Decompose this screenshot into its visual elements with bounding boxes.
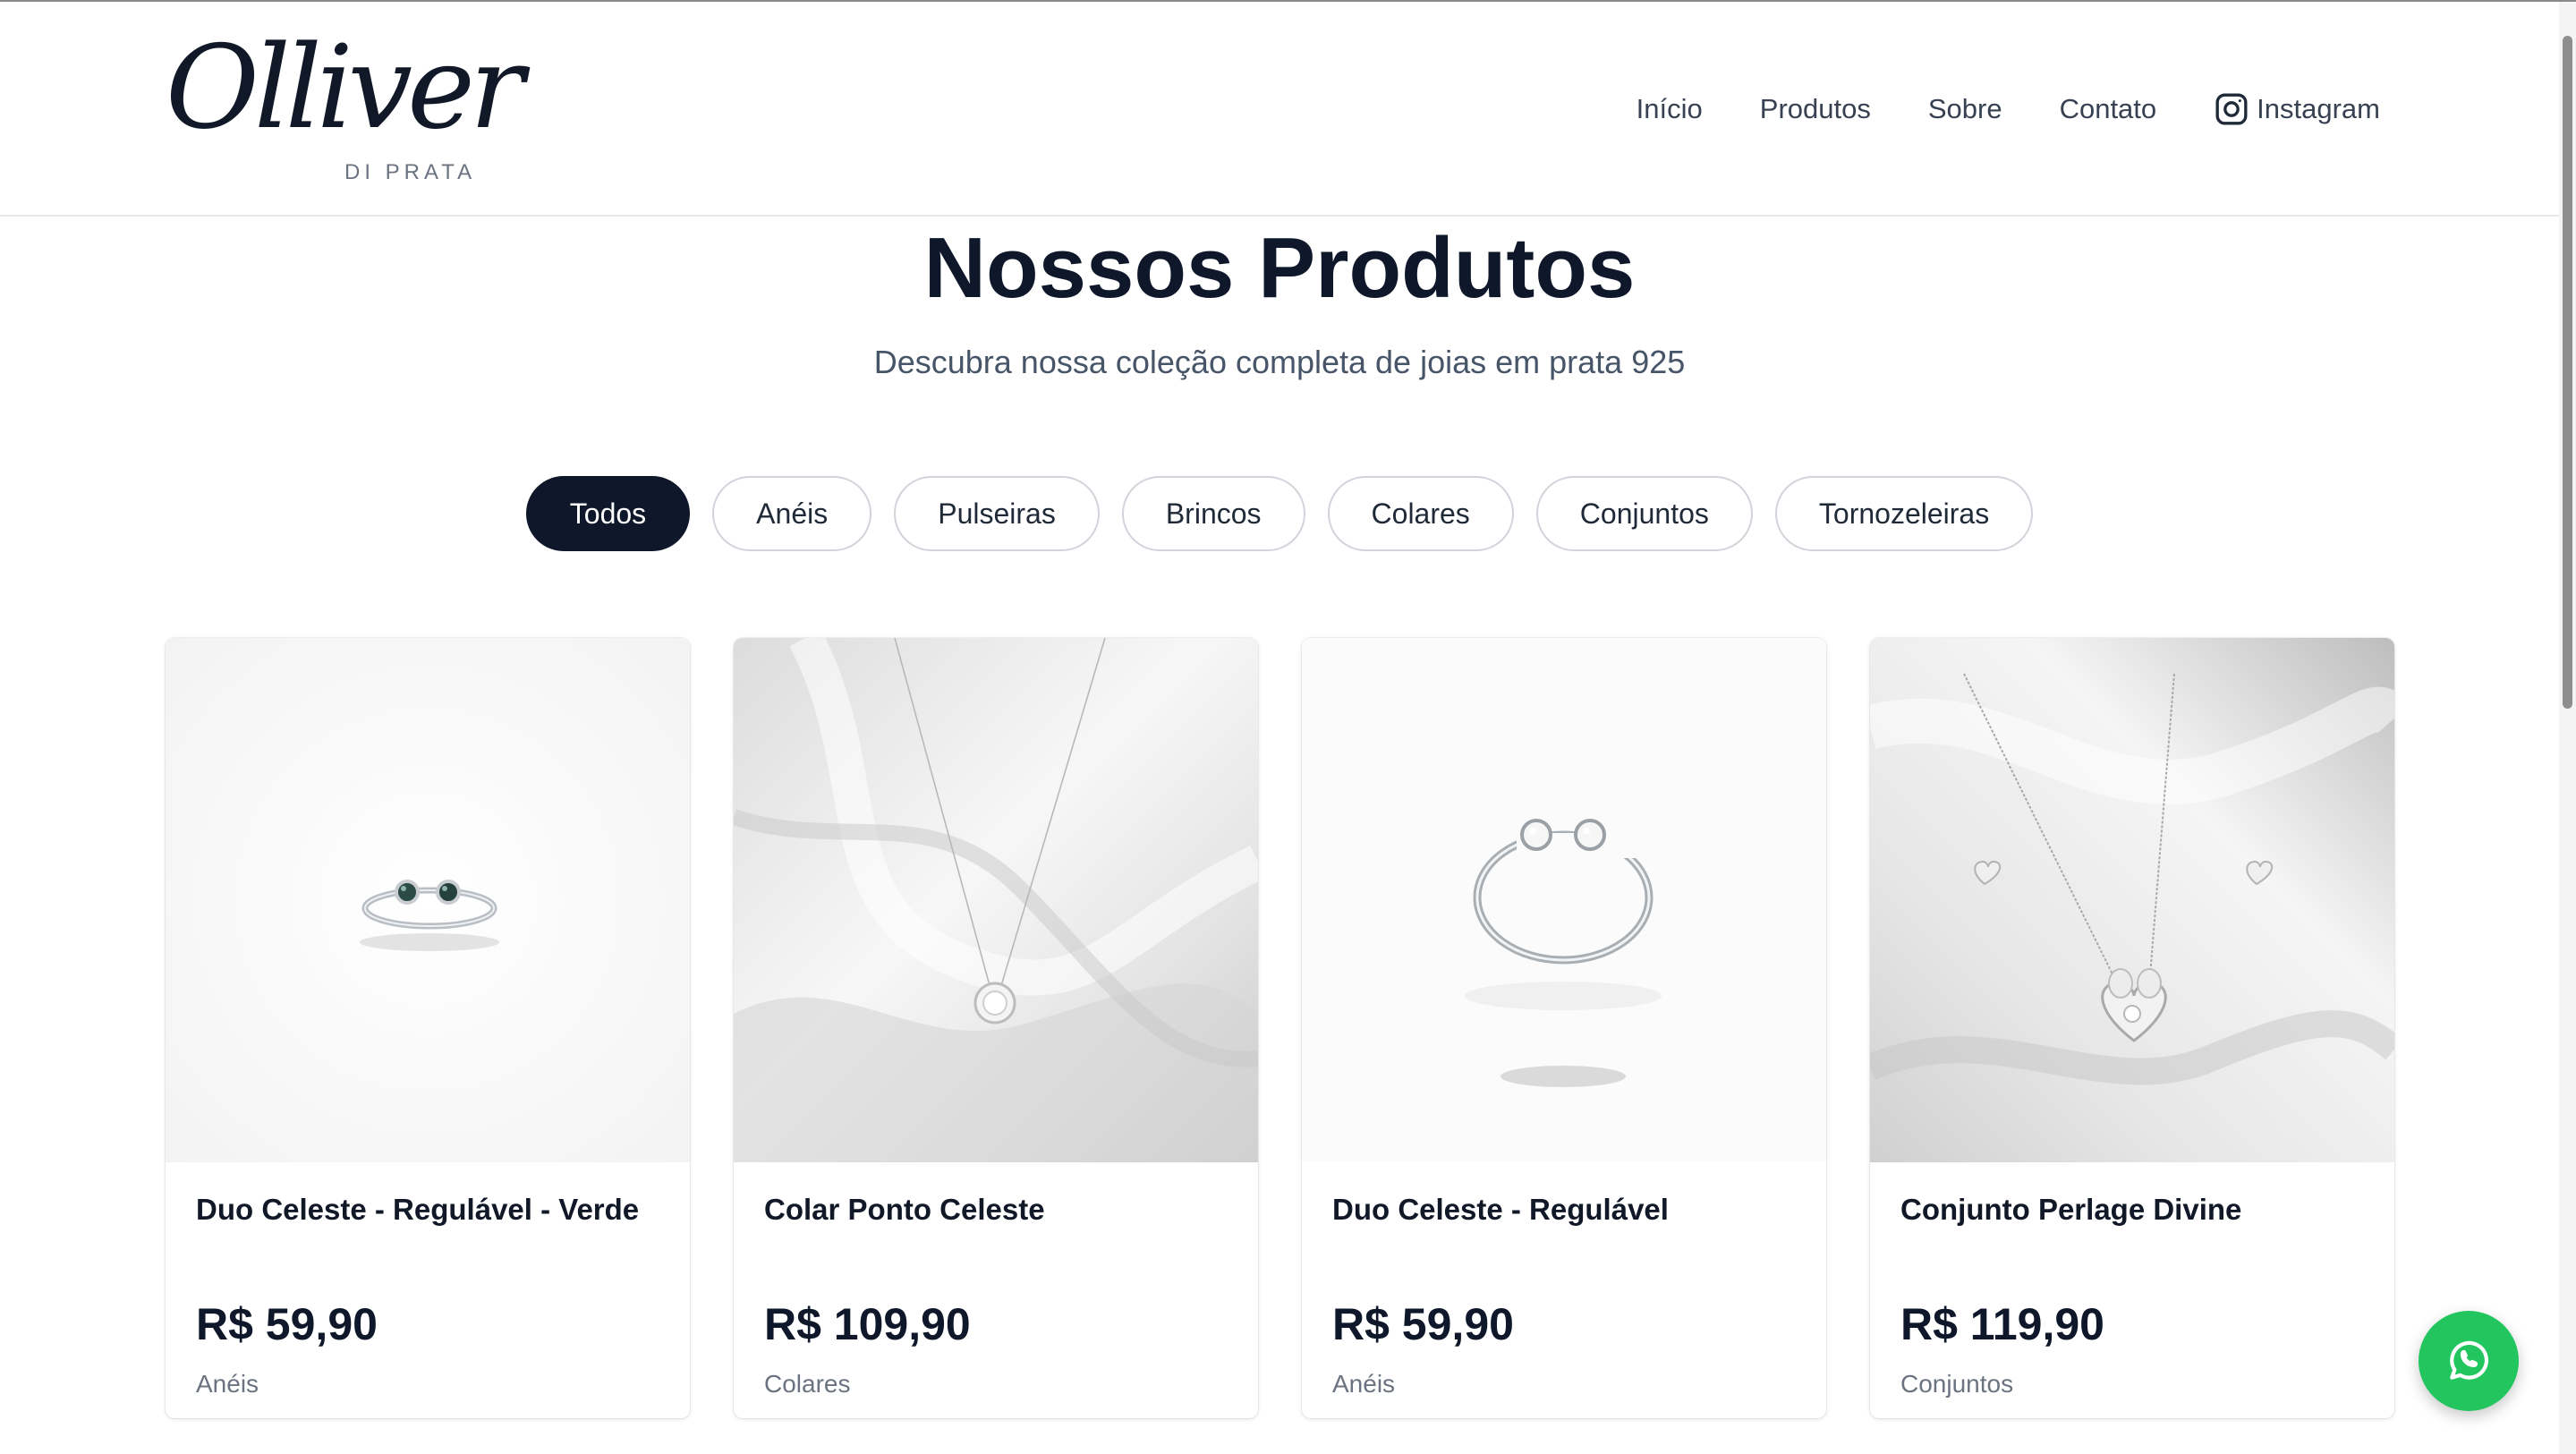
nav-link-inicio[interactable]: Início: [1637, 93, 1703, 125]
filter-brincos[interactable]: Brincos: [1121, 476, 1305, 551]
nav-link-produtos[interactable]: Produtos: [1760, 93, 1871, 125]
page-title: Nossos Produtos: [923, 220, 1636, 316]
product-category: Anéis: [196, 1370, 259, 1398]
product-image-ring-clear[interactable]: [1302, 638, 1826, 1162]
product-price: R$ 59,90: [196, 1299, 378, 1349]
nav-link-sobre[interactable]: Sobre: [1928, 93, 2002, 125]
scrollbar-thumb[interactable]: [2563, 36, 2572, 709]
filter-conjuntos[interactable]: Conjuntos: [1535, 476, 1753, 551]
nav-link-instagram[interactable]: Instagram: [2214, 91, 2380, 127]
page-scrollbar[interactable]: [2559, 2, 2576, 1454]
logo-wordmark: Olliver: [166, 21, 524, 155]
filter-aneis[interactable]: Anéis: [712, 476, 872, 551]
product-card[interactable]: Conjunto Perlage Divine R$ 119,90 Conjun…: [1870, 638, 2394, 1418]
category-filters: Todos Anéis Pulseiras Brincos Colares Co…: [0, 476, 2559, 551]
product-category: Conjuntos: [1900, 1370, 2014, 1398]
site-header: Olliver DI PRATA Início Produtos Sobre C…: [0, 2, 2559, 217]
instagram-icon: [2215, 93, 2248, 125]
product-card[interactable]: Colar Ponto Celeste R$ 109,90 Colares: [734, 638, 1258, 1418]
nav-link-contato[interactable]: Contato: [2060, 93, 2157, 125]
filter-colares[interactable]: Colares: [1327, 476, 1514, 551]
product-card[interactable]: Duo Celeste - Regulável R$ 59,90 Anéis: [1302, 638, 1826, 1418]
instagram-label: Instagram: [2257, 93, 2380, 124]
filter-pulseiras[interactable]: Pulseiras: [894, 476, 1100, 551]
product-image-necklace[interactable]: [734, 638, 1258, 1162]
filter-todos[interactable]: Todos: [525, 476, 691, 551]
brand-logo[interactable]: Olliver DI PRATA: [166, 21, 524, 191]
main-nav: Início Produtos Sobre Contato Instagram: [1637, 88, 2380, 131]
whatsapp-button[interactable]: [2419, 1311, 2519, 1411]
product-price: R$ 119,90: [1900, 1299, 2104, 1349]
product-grid: Duo Celeste - Regulável - Verde R$ 59,90…: [166, 638, 2397, 1418]
logo-subtitle: DI PRATA: [344, 160, 477, 184]
product-image-heart-set[interactable]: [1870, 638, 2394, 1162]
product-name[interactable]: Conjunto Perlage Divine: [1900, 1193, 2241, 1227]
page-subtitle: Descubra nossa coleção completa de joias…: [873, 344, 1686, 380]
product-category: Anéis: [1332, 1370, 1396, 1398]
product-category: Colares: [764, 1370, 851, 1398]
whatsapp-icon: [2450, 1340, 2489, 1380]
product-name[interactable]: Colar Ponto Celeste: [764, 1193, 1045, 1227]
product-price: R$ 59,90: [1332, 1299, 1514, 1349]
product-card[interactable]: Duo Celeste - Regulável - Verde R$ 59,90…: [166, 638, 690, 1418]
product-image-ring-green[interactable]: [166, 638, 690, 1162]
product-name[interactable]: Duo Celeste - Regulável - Verde: [196, 1193, 639, 1227]
filter-tornozeleiras[interactable]: Tornozeleiras: [1774, 476, 2034, 551]
product-price: R$ 109,90: [764, 1299, 971, 1349]
product-name[interactable]: Duo Celeste - Regulável: [1332, 1193, 1669, 1227]
